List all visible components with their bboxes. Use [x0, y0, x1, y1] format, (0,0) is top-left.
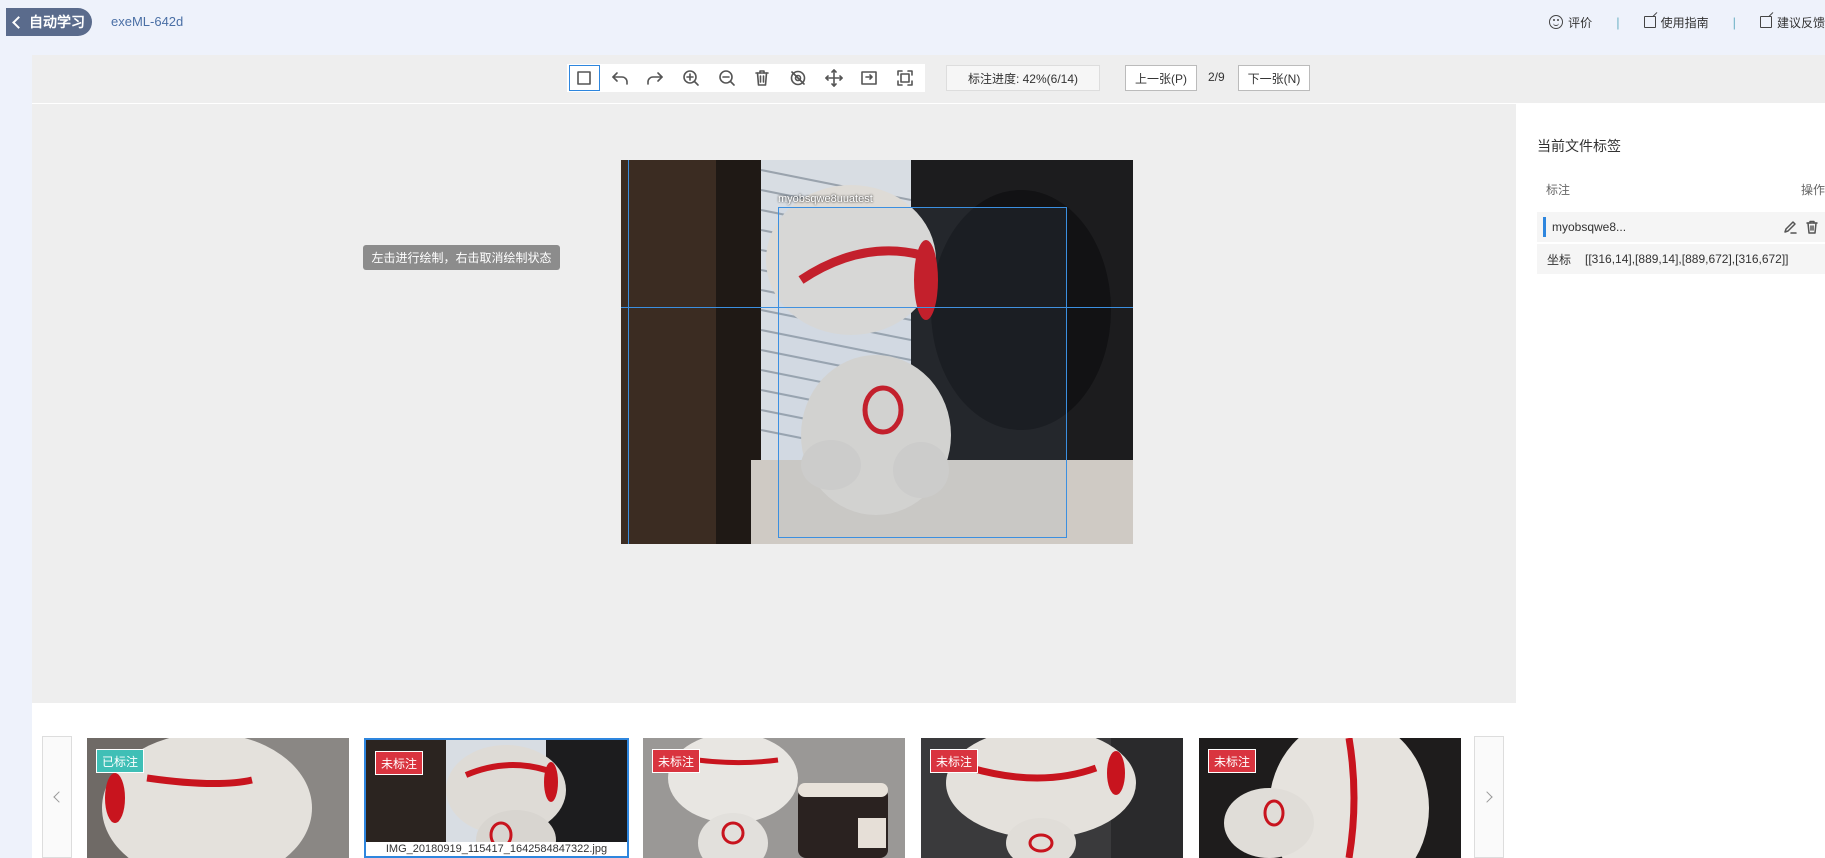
zoom-out-icon	[718, 70, 735, 86]
zoom-in-button[interactable]	[675, 65, 707, 91]
label-ops	[1783, 220, 1819, 234]
label-color-bar	[1543, 217, 1546, 237]
edit-label-button[interactable]	[1783, 220, 1797, 234]
rectangle-tool[interactable]	[569, 65, 600, 91]
smile-icon	[1549, 15, 1564, 29]
col-label-header: 标注	[1546, 183, 1571, 197]
left-strip	[0, 44, 32, 858]
move-button[interactable]	[818, 65, 850, 91]
annotation-toolbar	[567, 64, 925, 92]
panel-title: 当前文件标签	[1537, 138, 1621, 154]
bbox-label: myobsqwe8uuatest	[778, 193, 873, 205]
status-badge: 未标注	[1208, 749, 1257, 773]
chevron-right-icon	[1481, 791, 1493, 803]
toolbar-band	[32, 55, 1825, 103]
back-button[interactable]: 自动学习	[6, 8, 92, 36]
crosshair-vertical	[628, 160, 629, 544]
zoom-out-button[interactable]	[711, 65, 743, 91]
fullscreen-icon	[897, 70, 913, 86]
label-row[interactable]: myobsqwe8...	[1537, 212, 1825, 242]
guide-label: 使用指南	[1660, 15, 1709, 30]
thumbnail-filename: IMG_20180919_115417_1642584847322.jpg	[366, 842, 627, 856]
thumbnail[interactable]: 已标注	[87, 738, 349, 858]
square-icon	[577, 71, 592, 85]
status-badge: 未标注	[375, 751, 424, 775]
feedback-icon	[1759, 16, 1772, 28]
label-table-header: 标注 操作	[1537, 181, 1825, 201]
undo-button[interactable]	[604, 65, 636, 91]
page-count: 2/9	[1208, 70, 1225, 84]
coord-key: 坐标	[1547, 252, 1572, 267]
coord-value: [[316,14],[889,14],[889,672],[316,672]]	[1585, 252, 1789, 266]
thumbnail[interactable]: 未标注	[1199, 738, 1461, 858]
thumbnail-selected[interactable]: 未标注 IMG_20180919_115417_1642584847322.jp…	[364, 738, 629, 858]
status-badge: 未标注	[652, 749, 701, 773]
project-name: exeML-642d	[111, 14, 184, 29]
thumbnail[interactable]: 未标注	[643, 738, 905, 858]
redo-button[interactable]	[639, 65, 671, 91]
guide-link[interactable]: 使用指南	[1643, 14, 1709, 31]
label-name: myobsqwe8...	[1552, 220, 1627, 234]
thumbnail[interactable]: 未标注	[921, 738, 1183, 858]
rate-label: 评价	[1568, 15, 1593, 30]
fit-icon	[861, 71, 878, 85]
delete-label-button[interactable]	[1805, 220, 1819, 234]
delete-button[interactable]	[747, 65, 779, 91]
feedback-label: 建议反馈	[1776, 15, 1825, 30]
coordinates-row: 坐标 [[316,14],[889,14],[889,672],[316,672…	[1537, 244, 1825, 274]
prev-image-button[interactable]: 上一张(P)	[1125, 65, 1197, 91]
rate-link[interactable]: 评价	[1549, 14, 1592, 31]
draw-hint-tooltip: 左击进行绘制，右击取消绘制状态	[363, 245, 560, 270]
edit-doc-icon	[1643, 16, 1656, 28]
bounding-box[interactable]	[778, 207, 1067, 538]
eye-off-icon	[790, 70, 806, 86]
thumb-next-button[interactable]	[1474, 736, 1504, 858]
divider: |	[1616, 14, 1620, 30]
feedback-link[interactable]: 建议反馈	[1759, 14, 1825, 31]
next-image-button[interactable]: 下一张(N)	[1238, 65, 1310, 91]
status-badge: 已标注	[96, 749, 145, 773]
fullscreen-button[interactable]	[889, 65, 921, 91]
chevron-left-icon	[53, 791, 65, 803]
label-panel: 当前文件标签 标注 操作 myobsqwe8... 坐标 [[316,14],[…	[1516, 103, 1825, 858]
undo-icon	[611, 72, 628, 85]
top-bar: 自动学习 exeML-642d 评价 | 使用指南 | 建议反馈	[0, 0, 1825, 44]
chevron-left-icon	[12, 15, 25, 29]
zoom-in-icon	[683, 70, 699, 86]
thumb-prev-button[interactable]	[42, 736, 72, 858]
status-badge: 未标注	[930, 749, 979, 773]
col-ops-header: 操作	[1800, 183, 1825, 197]
fit-button[interactable]	[854, 65, 886, 91]
trash-icon	[1806, 220, 1818, 234]
top-actions: 评价 | 使用指南 | 建议反馈	[1549, 0, 1825, 44]
progress-indicator: 标注进度: 42%(6/14)	[946, 65, 1100, 91]
trash-icon	[755, 70, 770, 86]
hide-button[interactable]	[782, 65, 814, 91]
back-label: 自动学习	[29, 14, 85, 30]
move-icon	[824, 69, 843, 87]
divider: |	[1732, 14, 1736, 30]
redo-icon	[647, 72, 664, 85]
pencil-icon	[1784, 221, 1797, 234]
